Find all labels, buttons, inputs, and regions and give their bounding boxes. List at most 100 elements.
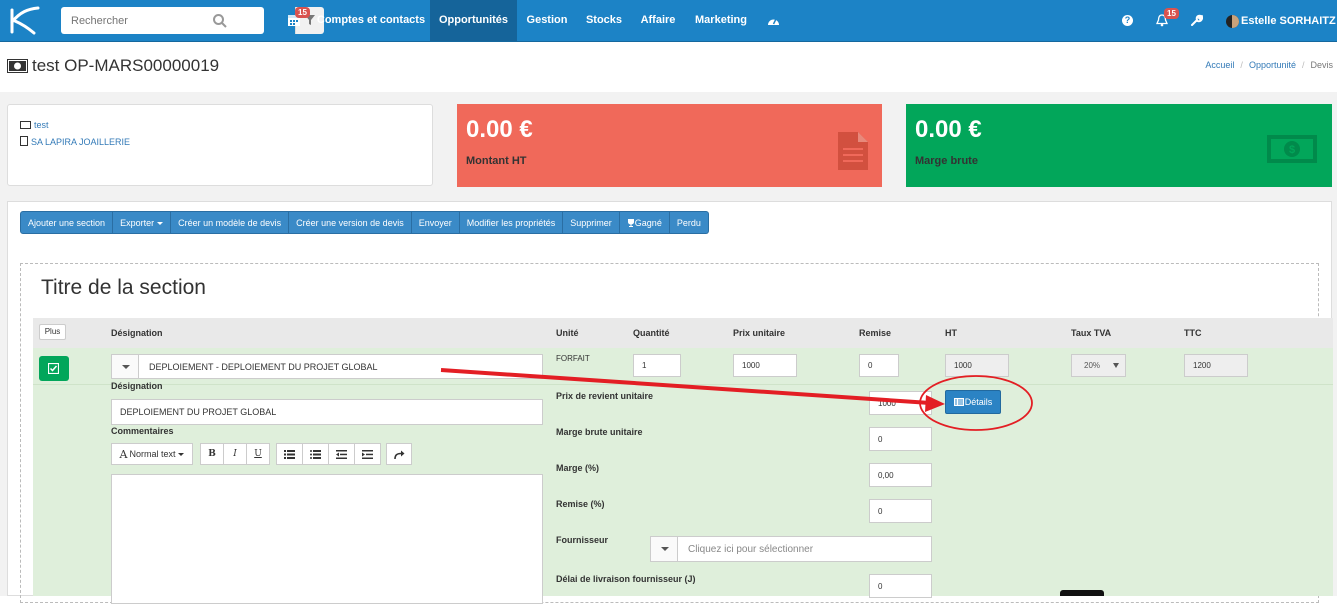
lost-button[interactable]: Perdu	[669, 211, 709, 234]
breadcrumb-opportunite[interactable]: Opportunité	[1249, 60, 1296, 70]
create-template-button[interactable]: Créer un modèle de devis	[171, 211, 290, 234]
add-section-button[interactable]: Ajouter une section	[20, 211, 114, 234]
tva-select[interactable]: 20%	[1071, 354, 1126, 377]
tooltip-fragment	[1060, 590, 1104, 596]
indent-icon[interactable]	[354, 443, 381, 465]
wrench-icon[interactable]	[1190, 14, 1203, 27]
breadcrumb: Accueil / Opportunité / Devis	[1205, 60, 1333, 70]
bullet-list-icon[interactable]	[302, 443, 329, 465]
comments-editor[interactable]	[111, 474, 543, 604]
quote-toolbar: Ajouter une section Exporter Créer un mo…	[20, 211, 709, 234]
nav-stocks[interactable]: Stocks	[582, 0, 626, 41]
money-icon	[7, 59, 28, 73]
bold-icon[interactable]: B	[200, 443, 224, 465]
dashboard-icon[interactable]	[767, 15, 780, 26]
margin-unit-label: Marge brute unitaire	[556, 427, 643, 437]
cost-price-input[interactable]: 1000	[869, 391, 932, 415]
help-icon[interactable]: ?	[1122, 15, 1133, 26]
chevron-down-icon[interactable]	[651, 537, 678, 561]
building-icon	[20, 136, 28, 146]
margin-pct-input[interactable]: 0,00	[869, 463, 932, 487]
ht-field: 1000	[945, 354, 1009, 377]
ttc-field: 1200	[1184, 354, 1248, 377]
send-button[interactable]: Envoyer	[411, 211, 460, 234]
unit-price-input[interactable]: 1000	[733, 354, 797, 377]
edit-properties-button[interactable]: Modifier les propriétés	[459, 211, 564, 234]
breadcrumb-accueil[interactable]: Accueil	[1205, 60, 1234, 70]
editor-toolbar: A Normal text	[111, 443, 193, 465]
link-company[interactable]: SA LAPIRA JOAILLERIE	[20, 136, 130, 147]
nav-marketing[interactable]: Marketing	[690, 0, 752, 41]
svg-text:$: $	[1289, 144, 1295, 156]
supplier-select[interactable]: Cliquez ici pour sélectionner	[650, 536, 932, 562]
search-icon[interactable]	[212, 13, 228, 29]
delivery-delay-input[interactable]: 0	[869, 574, 932, 598]
notifications-badge: 15	[1164, 8, 1179, 19]
product-select[interactable]: DEPLOIEMENT - DEPLOIEMENT DU PROJET GLOB…	[111, 354, 543, 379]
chevron-down-icon	[157, 222, 164, 226]
nav-comptes-contacts[interactable]: Comptes et contacts	[316, 0, 426, 41]
underline-icon[interactable]: U	[246, 443, 270, 465]
designation-input[interactable]: DEPLOIEMENT DU PROJET GLOBAL	[111, 399, 543, 425]
quantity-input[interactable]: 1	[633, 354, 681, 377]
user-name: Estelle SORHAITZ	[1241, 15, 1336, 27]
ordered-list-icon[interactable]	[276, 443, 303, 465]
validate-line-button[interactable]	[39, 356, 69, 381]
section-title[interactable]: Titre de la section	[41, 276, 206, 300]
create-version-button[interactable]: Créer une version de devis	[289, 211, 412, 234]
breadcrumb-devis: Devis	[1310, 60, 1333, 70]
outdent-icon[interactable]	[328, 443, 355, 465]
delete-button[interactable]: Supprimer	[563, 211, 620, 234]
col-designation: Désignation	[111, 328, 163, 338]
col-remise: Remise	[859, 328, 892, 338]
discount-pct-input[interactable]: 0	[869, 499, 932, 523]
margin-pct-label: Marge (%)	[556, 463, 600, 473]
unit-value: FORFAIT	[556, 354, 590, 363]
search-box	[61, 7, 324, 34]
text-style-dropdown[interactable]: A Normal text	[111, 443, 193, 465]
cost-price-label: Prix de revient unitaire	[556, 391, 654, 401]
text-style-value: Normal text	[129, 449, 176, 459]
supplier-label: Fournisseur	[556, 535, 609, 545]
link-company-label: SA LAPIRA JOAILLERIE	[31, 137, 131, 147]
link-opportunity[interactable]: test	[20, 120, 49, 130]
document-icon	[838, 132, 868, 170]
font-icon: A	[119, 447, 128, 461]
col-prix-unitaire: Prix unitaire	[733, 328, 786, 338]
app-logo[interactable]	[6, 6, 42, 36]
nav-affaire[interactable]: Affaire	[636, 0, 680, 41]
marge-brute-value: 0.00 €	[915, 116, 982, 143]
money-icon: $	[1267, 135, 1317, 163]
chevron-down-icon[interactable]	[112, 355, 139, 378]
top-navbar: 15 Comptes et contacts Opportunités Gest…	[0, 0, 1337, 66]
col-quantite: Quantité	[633, 328, 670, 338]
delivery-delay-label: Délai de livraison fournisseur (J)	[556, 574, 696, 584]
plus-button[interactable]: Plus	[39, 324, 66, 340]
nav-opportunites[interactable]: Opportunités	[430, 0, 517, 41]
montant-ht-label: Montant HT	[466, 155, 527, 167]
details-button[interactable]: Détails	[945, 390, 1001, 414]
designation-label: Désignation	[111, 381, 163, 391]
lines-table-header	[33, 318, 1333, 348]
money-icon	[20, 121, 31, 129]
margin-unit-input[interactable]: 0	[869, 427, 932, 451]
nav-gestion[interactable]: Gestion	[522, 0, 572, 41]
editor-list-group	[276, 443, 381, 465]
col-ht: HT	[945, 328, 957, 338]
discount-input[interactable]: 0	[859, 354, 899, 377]
user-avatar[interactable]	[1226, 15, 1239, 28]
export-button[interactable]: Exporter	[113, 211, 172, 234]
details-label: Détails	[964, 397, 993, 407]
editor-format-group: B I U	[200, 443, 270, 465]
col-unite: Unité	[556, 328, 579, 338]
search-input[interactable]	[61, 7, 207, 34]
italic-icon[interactable]: I	[223, 443, 247, 465]
redo-icon[interactable]	[386, 443, 412, 465]
page-title: test OP-MARS00000019	[32, 56, 220, 75]
discount-pct-label: Remise (%)	[556, 499, 605, 509]
link-opportunity-label: test	[34, 120, 49, 130]
marge-brute-label: Marge brute	[915, 155, 978, 167]
col-taux-tva: Taux TVA	[1071, 328, 1112, 338]
product-select-value: DEPLOIEMENT - DEPLOIEMENT DU PROJET GLOB…	[149, 362, 378, 372]
won-button[interactable]: Gagné	[619, 211, 670, 234]
